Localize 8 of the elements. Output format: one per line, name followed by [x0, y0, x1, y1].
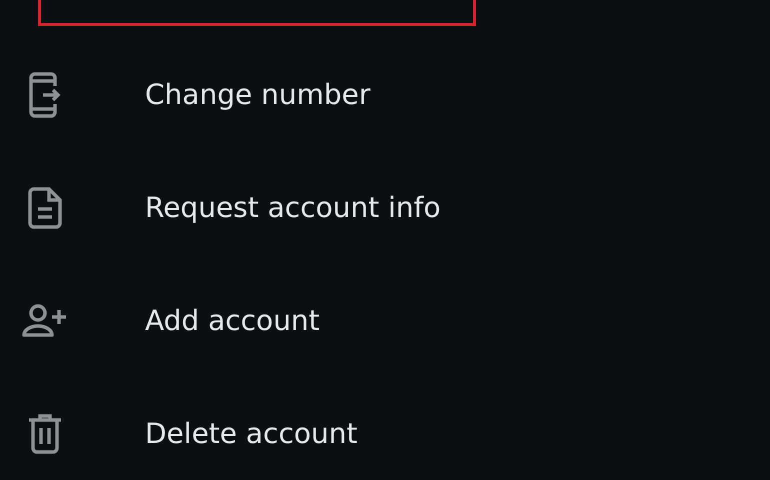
trash-icon [28, 414, 62, 454]
menu-item-label[interactable]: Change number [145, 78, 370, 111]
menu-item-label[interactable]: Add account [145, 304, 320, 337]
menu-item-label[interactable]: Request account info [145, 191, 441, 224]
phone-arrow-icon [29, 72, 61, 118]
add-person-icon [22, 304, 68, 338]
document-icon [28, 186, 62, 228]
menu-item-label[interactable]: Delete account [145, 417, 358, 450]
